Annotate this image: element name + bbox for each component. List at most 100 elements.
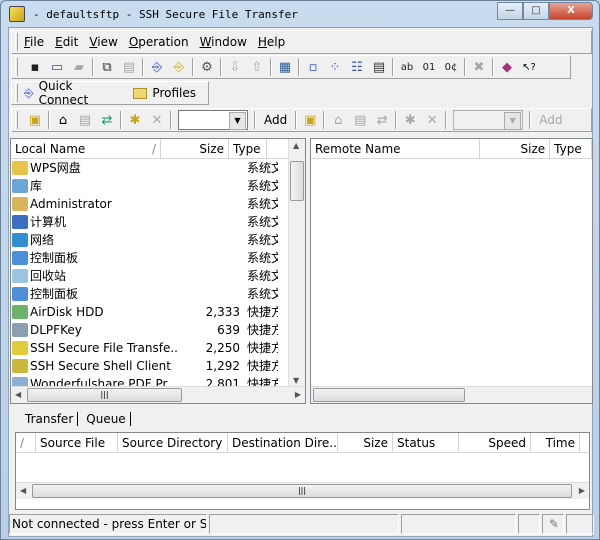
- local-refresh-icon[interactable]: ⇄: [96, 110, 118, 130]
- list-view-icon[interactable]: ☷: [346, 57, 368, 77]
- quick-connect-button[interactable]: ⎆ Quick Connect: [24, 79, 121, 107]
- col-time[interactable]: Time: [531, 433, 580, 452]
- status-panel-2: [209, 514, 399, 534]
- local-up-icon[interactable]: ▤: [74, 110, 96, 130]
- local-add-button[interactable]: Add: [258, 113, 293, 127]
- shortcut-icon: [12, 323, 28, 337]
- col-remote-type[interactable]: Type: [550, 139, 592, 158]
- file-row[interactable]: 控制面板 系统文: [11, 285, 305, 303]
- file-row[interactable]: DLPFKey 639 快捷方: [11, 321, 305, 339]
- toolbar-separator: [492, 58, 494, 76]
- file-row[interactable]: WPS网盘 系统文: [11, 159, 305, 177]
- upload-icon[interactable]: ⇧: [246, 57, 268, 77]
- file-row[interactable]: 网络 系统文: [11, 231, 305, 249]
- col-status[interactable]: Status: [393, 433, 459, 452]
- remote-path-combo[interactable]: [453, 110, 524, 130]
- remote-add-button[interactable]: Add: [533, 113, 568, 127]
- maximize-button[interactable]: □: [523, 2, 549, 20]
- copy-icon[interactable]: ⧉: [96, 57, 118, 77]
- menu-view[interactable]: View: [89, 35, 117, 49]
- new-terminal-icon[interactable]: ▭: [46, 57, 68, 77]
- small-icons-icon[interactable]: ⁘: [324, 57, 346, 77]
- file-size: [178, 249, 244, 267]
- profiles-button[interactable]: Profiles: [133, 86, 196, 100]
- ascii-mode-icon[interactable]: ab: [396, 57, 418, 77]
- file-type: 系统文: [247, 269, 278, 283]
- file-size: 1,292: [205, 359, 240, 373]
- col-source-directory[interactable]: Source Directory: [118, 433, 228, 452]
- close-button[interactable]: X: [549, 2, 593, 20]
- remote-browse-icon[interactable]: ▣: [299, 110, 321, 130]
- context-help-icon[interactable]: ↖?: [518, 57, 540, 77]
- file-type: 快捷方: [247, 323, 278, 337]
- col-size[interactable]: Size: [161, 139, 229, 158]
- file-size: [178, 195, 244, 213]
- large-icons-icon[interactable]: ▫: [302, 57, 324, 77]
- toolbar-separator: [270, 58, 272, 76]
- connect-icon[interactable]: ⎆: [146, 57, 168, 77]
- file-size: 2,333: [205, 305, 240, 319]
- tab-transfer[interactable]: Transfer: [21, 412, 79, 426]
- binary-mode-icon[interactable]: 01: [418, 57, 440, 77]
- remote-up-icon[interactable]: ▤: [349, 110, 371, 130]
- file-row[interactable]: Administrator 系统文: [11, 195, 305, 213]
- file-row[interactable]: 控制面板 系统文: [11, 249, 305, 267]
- col-transfer-size[interactable]: Size: [338, 433, 393, 452]
- menu-window[interactable]: Window: [200, 35, 247, 49]
- remote-horizontal-scrollbar[interactable]: [311, 386, 592, 403]
- local-browse-icon[interactable]: ▣: [24, 110, 46, 130]
- file-size: [178, 267, 244, 285]
- help-book-icon[interactable]: ◆: [496, 57, 518, 77]
- disconnect-icon[interactable]: ⎆: [168, 57, 190, 77]
- tab-queue[interactable]: Queue: [82, 412, 131, 426]
- local-horizontal-scrollbar[interactable]: ◀ ||| ▶: [11, 386, 305, 403]
- menu-help[interactable]: Help: [258, 35, 285, 49]
- save-icon[interactable]: ▪: [24, 57, 46, 77]
- file-row[interactable]: 回收站 系统文: [11, 267, 305, 285]
- menu-file[interactable]: File: [24, 35, 44, 49]
- resize-grip[interactable]: [566, 514, 594, 534]
- transfer-horizontal-scrollbar[interactable]: ◀ ||| ▶: [16, 482, 589, 499]
- new-file-transfer-icon[interactable]: ▰: [68, 57, 90, 77]
- remote-home-icon[interactable]: ⌂: [327, 110, 349, 130]
- file-type: 快捷方: [247, 305, 278, 319]
- file-type: 系统文: [247, 179, 278, 193]
- local-delete-icon[interactable]: ✕: [146, 110, 168, 130]
- file-size: [178, 159, 244, 177]
- settings-icon[interactable]: ⚙: [196, 57, 218, 77]
- file-row[interactable]: 库 系统文: [11, 177, 305, 195]
- details-view-icon[interactable]: ▤: [368, 57, 390, 77]
- col-local-name[interactable]: Local Name /: [11, 139, 161, 158]
- file-view-icon[interactable]: ▦: [274, 57, 296, 77]
- file-row[interactable]: 计算机 系统文: [11, 213, 305, 231]
- col-type[interactable]: Type: [229, 139, 267, 158]
- menu-edit[interactable]: Edit: [55, 35, 78, 49]
- local-vertical-scrollbar[interactable]: ▲ ▼: [288, 139, 305, 387]
- file-type: 系统文: [247, 161, 278, 175]
- stop-icon[interactable]: ✖: [468, 57, 490, 77]
- file-row[interactable]: AirDisk HDD 2,333 快捷方: [11, 303, 305, 321]
- minimize-button[interactable]: —: [497, 2, 523, 20]
- toolbar-separator: [192, 58, 194, 76]
- col-speed[interactable]: Speed: [459, 433, 531, 452]
- col-sort[interactable]: /: [16, 433, 36, 452]
- remote-refresh-icon[interactable]: ⇄: [371, 110, 393, 130]
- auto-mode-icon[interactable]: 0¢: [440, 57, 462, 77]
- menu-operation[interactable]: Operation: [129, 35, 189, 49]
- local-home-icon[interactable]: ⌂: [52, 110, 74, 130]
- toolbar-separator: [298, 58, 300, 76]
- local-path-combo[interactable]: [178, 110, 248, 130]
- paste-icon[interactable]: ▤: [118, 57, 140, 77]
- file-size: 639: [217, 323, 240, 337]
- col-destination-directory[interactable]: Destination Dire...: [228, 433, 338, 452]
- col-remote-size[interactable]: Size: [480, 139, 551, 158]
- remote-delete-icon[interactable]: ✕: [421, 110, 443, 130]
- file-size: 2,250: [205, 341, 240, 355]
- col-source-file[interactable]: Source File: [36, 433, 118, 452]
- remote-new-folder-icon[interactable]: ✱: [399, 110, 421, 130]
- local-new-folder-icon[interactable]: ✱: [124, 110, 146, 130]
- download-icon[interactable]: ⇩: [224, 57, 246, 77]
- file-row[interactable]: SSH Secure Shell Client 1,292 快捷方: [11, 357, 305, 375]
- file-row[interactable]: SSH Secure File Transfe... 2,250 快捷方: [11, 339, 305, 357]
- col-remote-name[interactable]: Remote Name: [311, 139, 481, 158]
